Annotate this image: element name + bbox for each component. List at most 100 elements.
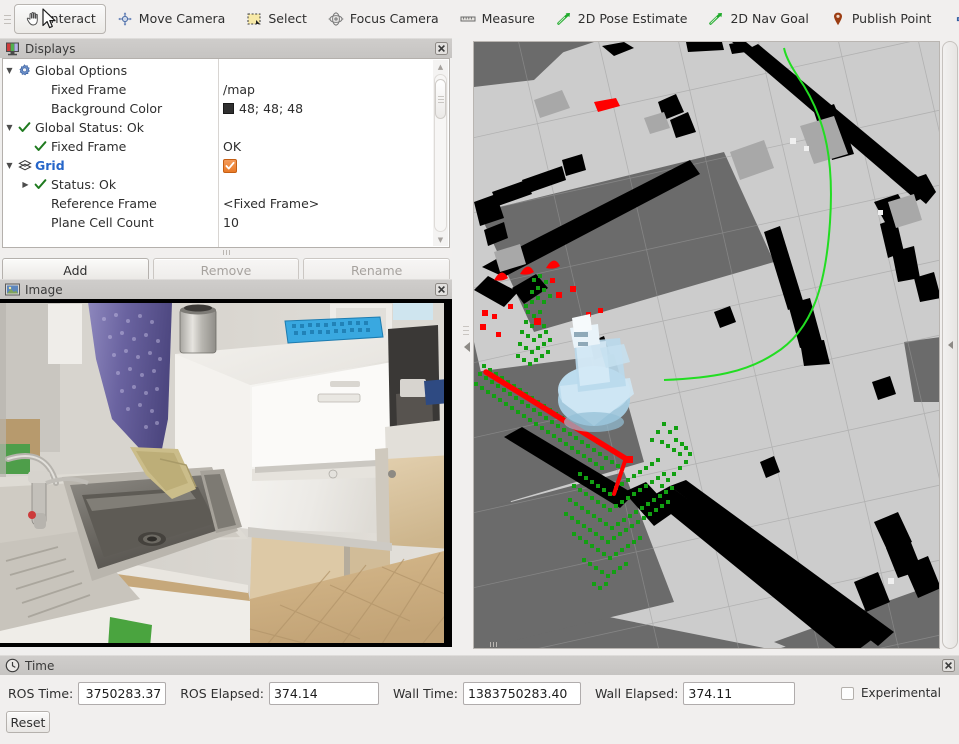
expand-arrow-down-icon[interactable]: ▼ — [3, 123, 16, 132]
tool-2d-nav-goal[interactable]: 2D Nav Goal — [697, 4, 818, 34]
tree-row-label: Status: Ok — [51, 177, 117, 192]
experimental-checkbox-group[interactable]: Experimental — [840, 686, 941, 700]
time-panel-title-bar[interactable]: Time — [0, 655, 959, 675]
tree-row-name-cell: ▶ Status: Ok — [3, 177, 218, 192]
displays-splitter[interactable] — [0, 248, 452, 257]
tree-twisty-empty — [19, 219, 32, 227]
main-toolbar: Interact Move Camera Select Focus Camera… — [0, 0, 959, 38]
tree-icon-empty — [32, 101, 49, 116]
tree-row-value: 10 — [223, 215, 239, 230]
tree-icon-empty — [32, 82, 49, 97]
tree-row-value-cell[interactable]: 10 — [218, 215, 432, 230]
tree-row[interactable]: Background Color 48; 48; 48 — [3, 99, 432, 118]
scroll-down-arrow-icon[interactable]: ▼ — [438, 233, 443, 246]
wall-elapsed-input[interactable]: 374.11 — [683, 681, 796, 705]
tree-row-name-cell: Plane Cell Count — [3, 215, 218, 230]
tree-row-value: /map — [223, 82, 255, 97]
tree-twisty-empty — [19, 200, 32, 208]
plus-icon — [954, 11, 959, 27]
measure-ruler-icon — [459, 11, 477, 27]
tool-2d-nav-goal-label: 2D Nav Goal — [730, 10, 809, 26]
tree-row-label: Reference Frame — [51, 196, 157, 211]
tool-measure[interactable]: Measure — [449, 4, 545, 34]
tree-row[interactable]: Plane Cell Count 10 — [3, 213, 432, 232]
reset-button[interactable]: Reset — [6, 711, 50, 733]
tree-row-value: OK — [223, 139, 242, 154]
close-icon[interactable] — [435, 42, 448, 55]
nav-goal-arrow-icon — [707, 11, 725, 27]
tree-row-label: Global Status: Ok — [35, 120, 144, 135]
tree-row[interactable]: Fixed Frame/map — [3, 80, 432, 99]
expand-arrow-down-icon[interactable]: ▼ — [3, 161, 16, 170]
color-swatch[interactable] — [223, 103, 234, 114]
gear-icon — [16, 63, 33, 78]
tree-row-value-cell[interactable]: OK — [218, 139, 432, 154]
3d-render-view[interactable] — [473, 41, 940, 649]
displays-panel: Displays ▼ Global Options Fixed Frame/map… — [0, 38, 452, 282]
monitor-icon — [5, 41, 20, 56]
experimental-label: Experimental — [860, 686, 941, 700]
add-tool-button[interactable] — [947, 4, 959, 34]
tool-interact[interactable]: Interact — [14, 4, 106, 34]
tool-publish-point[interactable]: Publish Point — [819, 4, 942, 34]
tree-row-value-cell[interactable] — [218, 158, 432, 173]
tree-row-name-cell: ▼ Grid — [3, 158, 218, 173]
tree-row[interactable]: Reference Frame <Fixed Frame> — [3, 194, 432, 213]
scroll-track[interactable] — [434, 74, 447, 232]
close-icon[interactable] — [435, 283, 448, 296]
tool-focus-camera[interactable]: Focus Camera — [317, 4, 449, 34]
pose-estimate-arrow-icon — [555, 11, 573, 27]
view-resize-grip[interactable] — [490, 642, 497, 647]
image-icon — [5, 282, 20, 297]
collapse-left-icon[interactable] — [463, 341, 470, 352]
tree-row-name-cell: Background Color — [3, 101, 218, 116]
tool-2d-pose-estimate[interactable]: 2D Pose Estimate — [545, 4, 698, 34]
scroll-thumb[interactable] — [435, 79, 446, 119]
tool-focus-camera-label: Focus Camera — [349, 10, 439, 26]
wall-time-input[interactable]: 1383750283.40 — [462, 681, 581, 705]
check-icon — [32, 177, 49, 192]
tree-row-value-cell[interactable]: /map — [218, 82, 432, 97]
tool-move-camera[interactable]: Move Camera — [106, 4, 236, 34]
tree-row[interactable]: ▼ Global Status: Ok — [3, 118, 432, 137]
tree-row-label: Fixed Frame — [51, 82, 127, 97]
ros-time-input[interactable]: 3750283.37 — [78, 681, 167, 705]
displays-panel-title-bar[interactable]: Displays — [0, 38, 452, 58]
time-fields-row: ROS Time: 3750283.37 ROS Elapsed: 374.14… — [0, 675, 959, 711]
camera-image-view[interactable] — [0, 299, 452, 647]
tree-row[interactable]: ▼ Grid — [3, 156, 432, 175]
tree-row-name-cell: Fixed Frame — [3, 139, 218, 154]
occupancy-map-scene — [474, 42, 939, 648]
tree-row-label: Plane Cell Count — [51, 215, 154, 230]
enable-checkbox[interactable] — [223, 158, 237, 173]
tree-icon-empty — [32, 196, 49, 211]
tree-row[interactable]: ▼ Global Options — [3, 61, 432, 80]
view-splitter-left[interactable] — [460, 38, 473, 655]
tree-row-value-cell[interactable]: <Fixed Frame> — [218, 196, 432, 211]
expand-arrow-right-icon[interactable]: ▶ — [19, 180, 32, 189]
select-icon — [245, 11, 263, 27]
expand-arrow-down-icon[interactable]: ▼ — [3, 66, 16, 75]
tree-row-name-cell: Reference Frame — [3, 196, 218, 211]
toolbar-drag-grip[interactable] — [4, 8, 11, 30]
displays-tree[interactable]: ▼ Global Options Fixed Frame/map Backgrou… — [2, 58, 450, 248]
hand-icon — [24, 11, 42, 27]
time-panel: Time ROS Time: 3750283.37 ROS Elapsed: 3… — [0, 655, 959, 744]
scroll-up-arrow-icon[interactable]: ▲ — [438, 60, 443, 73]
move-camera-icon — [116, 11, 134, 27]
experimental-checkbox[interactable] — [840, 686, 854, 700]
ros-elapsed-input[interactable]: 374.14 — [268, 681, 379, 705]
tree-row-value: <Fixed Frame> — [223, 196, 320, 211]
tree-row-value-cell[interactable]: 48; 48; 48 — [218, 101, 432, 116]
view-collapse-right-button[interactable] — [942, 41, 958, 649]
close-icon[interactable] — [942, 659, 955, 672]
image-panel-title-bar[interactable]: Image — [0, 279, 452, 299]
displays-tree-scrollbar[interactable]: ▲ ▼ — [433, 60, 448, 246]
tree-row[interactable]: ▶ Status: Ok — [3, 175, 432, 194]
wall-time-label: Wall Time: — [392, 685, 458, 701]
tool-select[interactable]: Select — [235, 4, 317, 34]
tool-measure-label: Measure — [481, 10, 535, 26]
tool-move-camera-label: Move Camera — [138, 10, 226, 26]
tree-row[interactable]: Fixed Frame OK — [3, 137, 432, 156]
reset-row: Reset — [0, 711, 959, 733]
